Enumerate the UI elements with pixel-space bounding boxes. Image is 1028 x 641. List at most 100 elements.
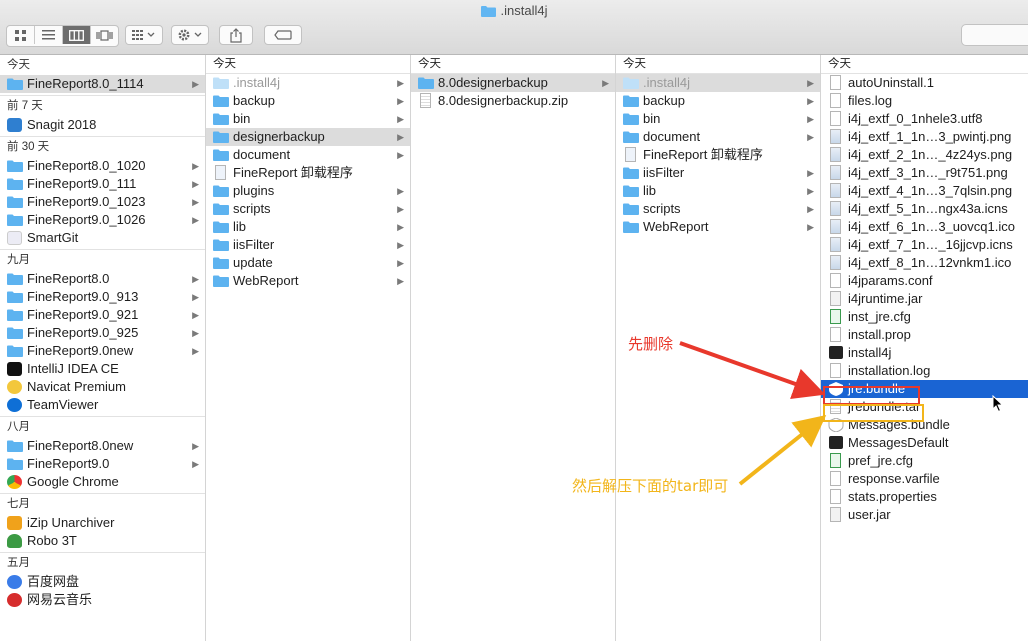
item-label: FineReport8.0new <box>27 438 134 453</box>
list-item-scripts[interactable]: scripts ▶ <box>206 200 410 218</box>
list-item-i4j-extf-7-1n-16jjcvp-icns[interactable]: i4j_extf_7_1n…_16jjcvp.icns <box>821 236 1028 254</box>
list-item-document[interactable]: document ▶ <box>616 128 820 146</box>
list-item-finereport9-0-111[interactable]: FineReport9.0_111 ▶ <box>0 175 205 193</box>
list-item-backup[interactable]: backup ▶ <box>616 92 820 110</box>
list-item-8-0designerbackup-zip[interactable]: 8.0designerbackup.zip <box>411 92 615 110</box>
item-label: 网易云音乐 <box>27 592 93 607</box>
delete-first-label: 先删除 <box>628 335 674 353</box>
share-button[interactable] <box>219 25 253 45</box>
folder-icon <box>623 131 639 143</box>
list-item-finereport9-0-913[interactable]: FineReport9.0_913 ▶ <box>0 288 205 306</box>
list-item-snagit-2018[interactable]: Snagit 2018 <box>0 116 205 134</box>
list-item-intellij-idea-ce[interactable]: IntelliJ IDEA CE <box>0 360 205 378</box>
list-item-backup[interactable]: backup ▶ <box>206 92 410 110</box>
list-item-install4j[interactable]: install4j <box>821 344 1028 362</box>
izip-icon <box>7 516 22 530</box>
list-item-response-varfile[interactable]: response.varfile <box>821 470 1028 488</box>
list-item-install4j[interactable]: .install4j ▶ <box>616 74 820 92</box>
list-item-finereport9-0new[interactable]: FineReport9.0new ▶ <box>0 342 205 360</box>
jar-file-icon <box>830 291 841 306</box>
list-item-inst-jre-cfg[interactable]: inst_jre.cfg <box>821 308 1028 326</box>
list-item-lib[interactable]: lib ▶ <box>616 182 820 200</box>
icon-view-button[interactable] <box>7 26 35 44</box>
list-item-installation-log[interactable]: installation.log <box>821 362 1028 380</box>
disclosure-arrow-icon: ▶ <box>192 441 199 451</box>
list-item-document[interactable]: document ▶ <box>206 146 410 164</box>
list-item-messagesdefault[interactable]: MessagesDefault <box>821 434 1028 452</box>
window-titlebar: .install4j <box>0 0 1028 55</box>
disclosure-arrow-icon: ▶ <box>807 96 814 106</box>
list-item-i4jruntime-jar[interactable]: i4jruntime.jar <box>821 290 1028 308</box>
list-view-button[interactable] <box>35 26 63 44</box>
window-title: .install4j <box>0 3 1028 18</box>
list-item-finereport8-0-1020[interactable]: FineReport8.0_1020 ▶ <box>0 157 205 175</box>
list-item-files-log[interactable]: files.log <box>821 92 1028 110</box>
snagit-icon <box>7 118 22 132</box>
folder-icon <box>213 113 229 125</box>
list-item-item[interactable]: 网易云音乐 <box>0 591 205 609</box>
folder-icon <box>213 275 229 287</box>
gallery-view-button[interactable] <box>91 26 118 44</box>
list-item-iisfilter[interactable]: iisFilter ▶ <box>616 164 820 182</box>
navicat-icon <box>7 380 22 394</box>
list-item-i4j-extf-6-1n-3-uovcq1-ico[interactable]: i4j_extf_6_1n…3_uovcq1.ico <box>821 218 1028 236</box>
column-view-button[interactable] <box>63 26 91 44</box>
list-item-user-jar[interactable]: user.jar <box>821 506 1028 524</box>
list-item-bin[interactable]: bin ▶ <box>206 110 410 128</box>
list-item-8-0designerbackup[interactable]: 8.0designerbackup ▶ <box>411 74 615 92</box>
list-item-finereport9-0-921[interactable]: FineReport9.0_921 ▶ <box>0 306 205 324</box>
list-item-finereport[interactable]: FineReport 卸载程序 <box>616 146 820 164</box>
list-item-designerbackup[interactable]: designerbackup ▶ <box>206 128 410 146</box>
group-by-button[interactable] <box>125 25 163 45</box>
folder-icon <box>623 167 639 179</box>
disclosure-arrow-icon: ▶ <box>397 186 404 196</box>
list-item-plugins[interactable]: plugins ▶ <box>206 182 410 200</box>
list-item-i4j-extf-5-1n-ngx43a-icns[interactable]: i4j_extf_5_1n…ngx43a.icns <box>821 200 1028 218</box>
item-label: FineReport9.0_1026 <box>27 212 146 227</box>
list-item-smartgit[interactable]: SmartGit <box>0 229 205 247</box>
list-item-bin[interactable]: bin ▶ <box>616 110 820 128</box>
list-item-izip-unarchiver[interactable]: iZip Unarchiver <box>0 514 205 532</box>
list-item-pref-jre-cfg[interactable]: pref_jre.cfg <box>821 452 1028 470</box>
list-item-i4j-extf-8-1n-12vnkm1-ico[interactable]: i4j_extf_8_1n…12vnkm1.ico <box>821 254 1028 272</box>
list-item-iisfilter[interactable]: iisFilter ▶ <box>206 236 410 254</box>
list-item-stats-properties[interactable]: stats.properties <box>821 488 1028 506</box>
list-item-finereport9-0-1026[interactable]: FineReport9.0_1026 ▶ <box>0 211 205 229</box>
list-item-i4j-extf-2-1n-4z24ys-png[interactable]: i4j_extf_2_1n…_4z24ys.png <box>821 146 1028 164</box>
disclosure-arrow-icon: ▶ <box>192 197 199 207</box>
item-label: i4jparams.conf <box>848 273 933 288</box>
list-item-finereport9-0-925[interactable]: FineReport9.0_925 ▶ <box>0 324 205 342</box>
action-button[interactable] <box>171 25 209 45</box>
view-mode-switcher[interactable] <box>6 25 119 47</box>
list-item-update[interactable]: update ▶ <box>206 254 410 272</box>
tag-button[interactable] <box>264 25 302 45</box>
list-item-i4j-extf-0-1nhele3-utf8[interactable]: i4j_extf_0_1nhele3.utf8 <box>821 110 1028 128</box>
list-item-finereport9-0[interactable]: FineReport9.0 ▶ <box>0 455 205 473</box>
list-item-finereport8-0-1114[interactable]: FineReport8.0_1114 ▶ <box>0 75 205 93</box>
list-item-robo-3t[interactable]: Robo 3T <box>0 532 205 550</box>
list-item-finereport8-0[interactable]: FineReport8.0 ▶ <box>0 270 205 288</box>
list-item-teamviewer[interactable]: TeamViewer <box>0 396 205 414</box>
list-item-finereport9-0-1023[interactable]: FineReport9.0_1023 ▶ <box>0 193 205 211</box>
list-item-i4j-extf-3-1n-r9t751-png[interactable]: i4j_extf_3_1n…_r9t751.png <box>821 164 1028 182</box>
list-item-navicat-premium[interactable]: Navicat Premium <box>0 378 205 396</box>
document-icon <box>830 93 841 108</box>
list-item-finereport8-0new[interactable]: FineReport8.0new ▶ <box>0 437 205 455</box>
list-item-i4j-extf-1-1n-3-pwintj-png[interactable]: i4j_extf_1_1n…3_pwintj.png <box>821 128 1028 146</box>
disclosure-arrow-icon: ▶ <box>397 276 404 286</box>
list-item-finereport[interactable]: FineReport 卸载程序 <box>206 164 410 182</box>
list-item-google-chrome[interactable]: Google Chrome <box>0 473 205 491</box>
list-item-i4j-extf-4-1n-3-7qlsin-png[interactable]: i4j_extf_4_1n…3_7qlsin.png <box>821 182 1028 200</box>
list-item-install4j[interactable]: .install4j ▶ <box>206 74 410 92</box>
list-item-item[interactable]: 百度网盘 <box>0 573 205 591</box>
list-item-webreport[interactable]: WebReport ▶ <box>616 218 820 236</box>
list-item-scripts[interactable]: scripts ▶ <box>616 200 820 218</box>
list-item-install-prop[interactable]: install.prop <box>821 326 1028 344</box>
list-item-lib[interactable]: lib ▶ <box>206 218 410 236</box>
list-item-webreport[interactable]: WebReport ▶ <box>206 272 410 290</box>
list-item-i4jparams-conf[interactable]: i4jparams.conf <box>821 272 1028 290</box>
folder-icon <box>7 440 23 452</box>
list-item-autouninstall-1[interactable]: autoUninstall.1 <box>821 74 1028 92</box>
item-label: update <box>233 255 273 270</box>
search-field[interactable] <box>961 24 1028 46</box>
